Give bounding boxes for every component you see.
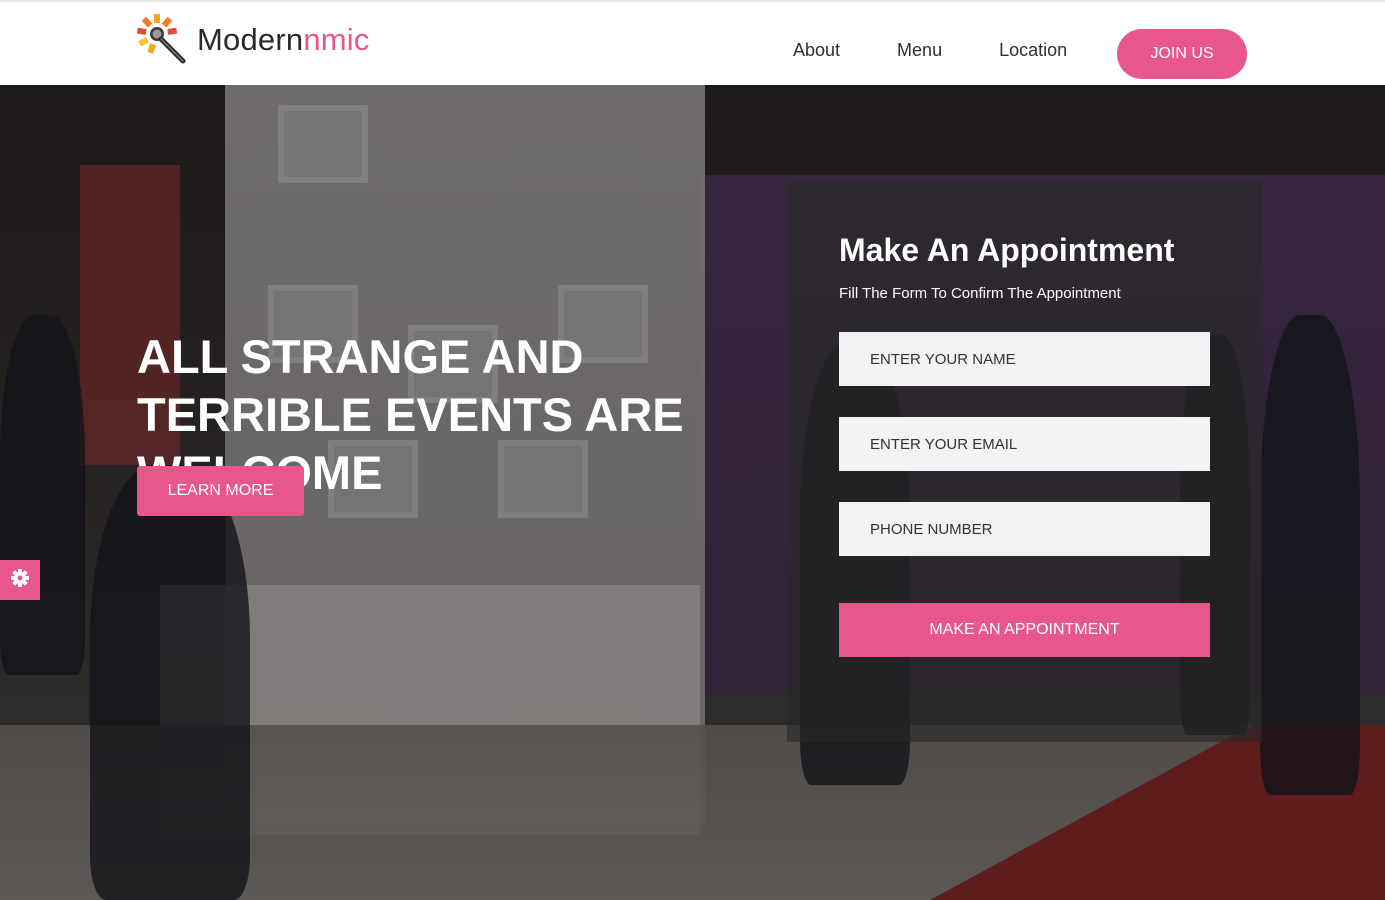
microphone-icon [135,14,189,66]
brand-name-primary: Modern [197,22,304,57]
brand-name-accent: nmic [303,22,370,57]
nav-link-menu[interactable]: Menu [897,40,942,61]
hero-section: ALL STRANGE AND TERRIBLE EVENTS ARE WELC… [0,85,1385,900]
phone-input[interactable] [839,502,1210,556]
brand-name: Modernnmic [197,22,370,58]
site-header: Modernnmic About Menu Location JOIN US [0,0,1385,85]
nav-link-about[interactable]: About [793,40,840,61]
make-appointment-button[interactable]: MAKE AN APPOINTMENT [839,603,1210,657]
brand-logo[interactable]: Modernnmic [135,14,370,66]
learn-more-button[interactable]: LEARN MORE [137,466,304,516]
gear-icon [10,568,30,593]
join-us-button[interactable]: JOIN US [1117,29,1247,79]
name-input[interactable] [839,332,1210,386]
appointment-subtitle: Fill The Form To Confirm The Appointment [839,285,1121,302]
appointment-title: Make An Appointment [839,232,1175,268]
email-input[interactable] [839,417,1210,471]
appointment-panel: Make An Appointment Fill The Form To Con… [787,182,1262,742]
main-nav: About Menu Location [793,40,1124,61]
settings-toggle[interactable] [0,560,40,600]
nav-link-location[interactable]: Location [999,40,1067,61]
